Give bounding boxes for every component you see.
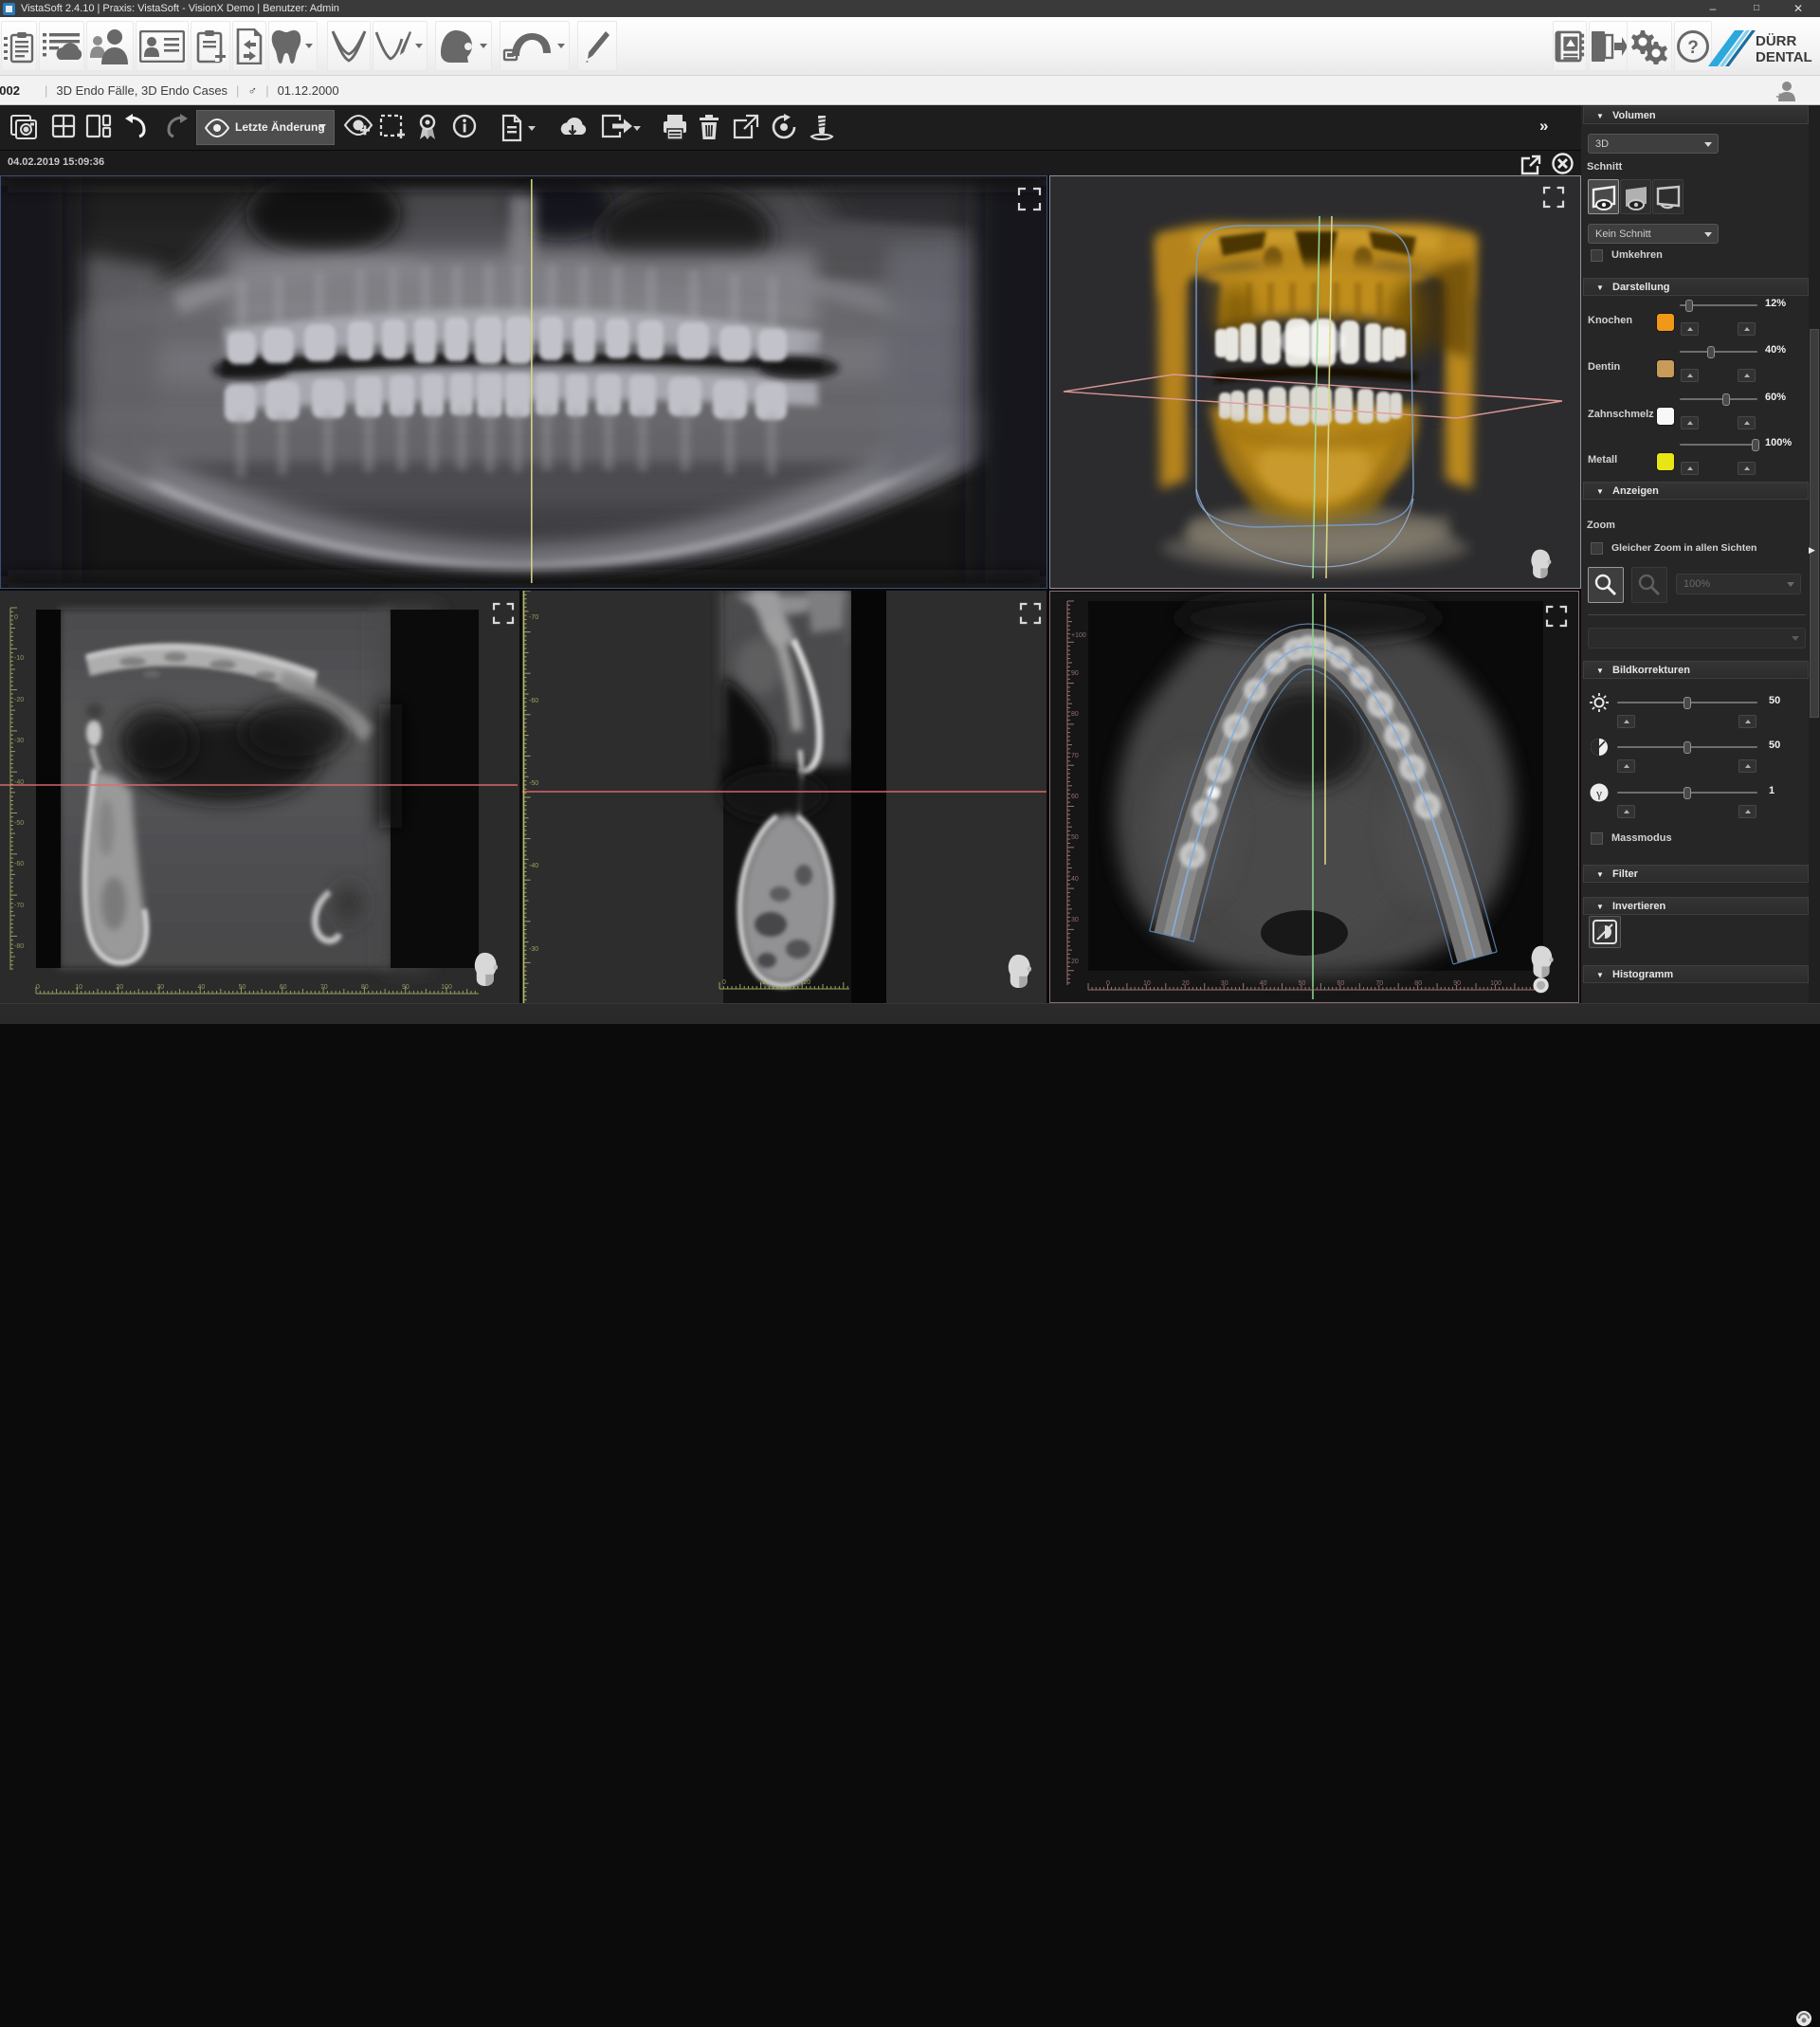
svg-text:30: 30 xyxy=(1071,917,1079,923)
svg-text:40: 40 xyxy=(1071,876,1079,883)
svg-text:-30: -30 xyxy=(529,946,538,953)
svg-text:20: 20 xyxy=(1182,980,1190,987)
svg-text:-70: -70 xyxy=(529,614,538,621)
svg-text:70: 70 xyxy=(1071,753,1079,759)
svg-text:50: 50 xyxy=(239,984,246,991)
svg-text:70: 70 xyxy=(1375,980,1383,987)
svg-text:70: 70 xyxy=(320,984,328,991)
svg-text:-10: -10 xyxy=(14,655,24,662)
svg-text:-30: -30 xyxy=(14,738,24,744)
svg-text:30: 30 xyxy=(1221,980,1228,987)
svg-text:30: 30 xyxy=(156,984,164,991)
svg-text:80: 80 xyxy=(361,984,369,991)
svg-text:40: 40 xyxy=(1260,980,1267,987)
svg-text:-60: -60 xyxy=(529,698,538,704)
svg-text:60: 60 xyxy=(1071,794,1079,800)
svg-text:10: 10 xyxy=(75,984,82,991)
svg-text:-20: -20 xyxy=(14,697,24,703)
svg-text:0: 0 xyxy=(14,614,18,621)
svg-text:DENTAL: DENTAL xyxy=(1756,49,1812,65)
svg-text:20: 20 xyxy=(803,979,810,986)
svg-text:-50: -50 xyxy=(529,780,538,787)
svg-text:80: 80 xyxy=(1071,711,1079,718)
svg-text:-50: -50 xyxy=(14,820,24,827)
svg-text:90: 90 xyxy=(402,984,410,991)
svg-text:-70: -70 xyxy=(14,903,24,909)
svg-text:50: 50 xyxy=(1071,834,1079,841)
svg-text:-40: -40 xyxy=(14,779,24,786)
svg-text:100: 100 xyxy=(1490,980,1502,987)
svg-text:60: 60 xyxy=(280,984,287,991)
svg-text:γ: γ xyxy=(1595,786,1602,800)
svg-text:50: 50 xyxy=(1299,980,1306,987)
svg-text:-80: -80 xyxy=(14,943,24,950)
svg-text:10: 10 xyxy=(1143,980,1151,987)
svg-text:20: 20 xyxy=(1071,959,1079,965)
svg-text:20: 20 xyxy=(116,984,123,991)
svg-text:10: 10 xyxy=(762,979,770,986)
svg-text:90: 90 xyxy=(1453,980,1461,987)
svg-text:40: 40 xyxy=(198,984,206,991)
svg-text:0: 0 xyxy=(1106,980,1110,987)
svg-text:90: 90 xyxy=(1071,670,1079,677)
svg-text:0: 0 xyxy=(36,984,40,991)
svg-text:0: 0 xyxy=(722,979,726,986)
svg-text:+100: +100 xyxy=(1071,632,1086,639)
svg-text:DÜRR: DÜRR xyxy=(1756,33,1796,49)
svg-text:80: 80 xyxy=(1414,980,1422,987)
svg-text:-60: -60 xyxy=(14,861,24,867)
svg-text:100: 100 xyxy=(441,984,452,991)
svg-text:60: 60 xyxy=(1338,980,1345,987)
svg-text:-40: -40 xyxy=(529,863,538,869)
svg-text:?: ? xyxy=(1687,38,1699,58)
